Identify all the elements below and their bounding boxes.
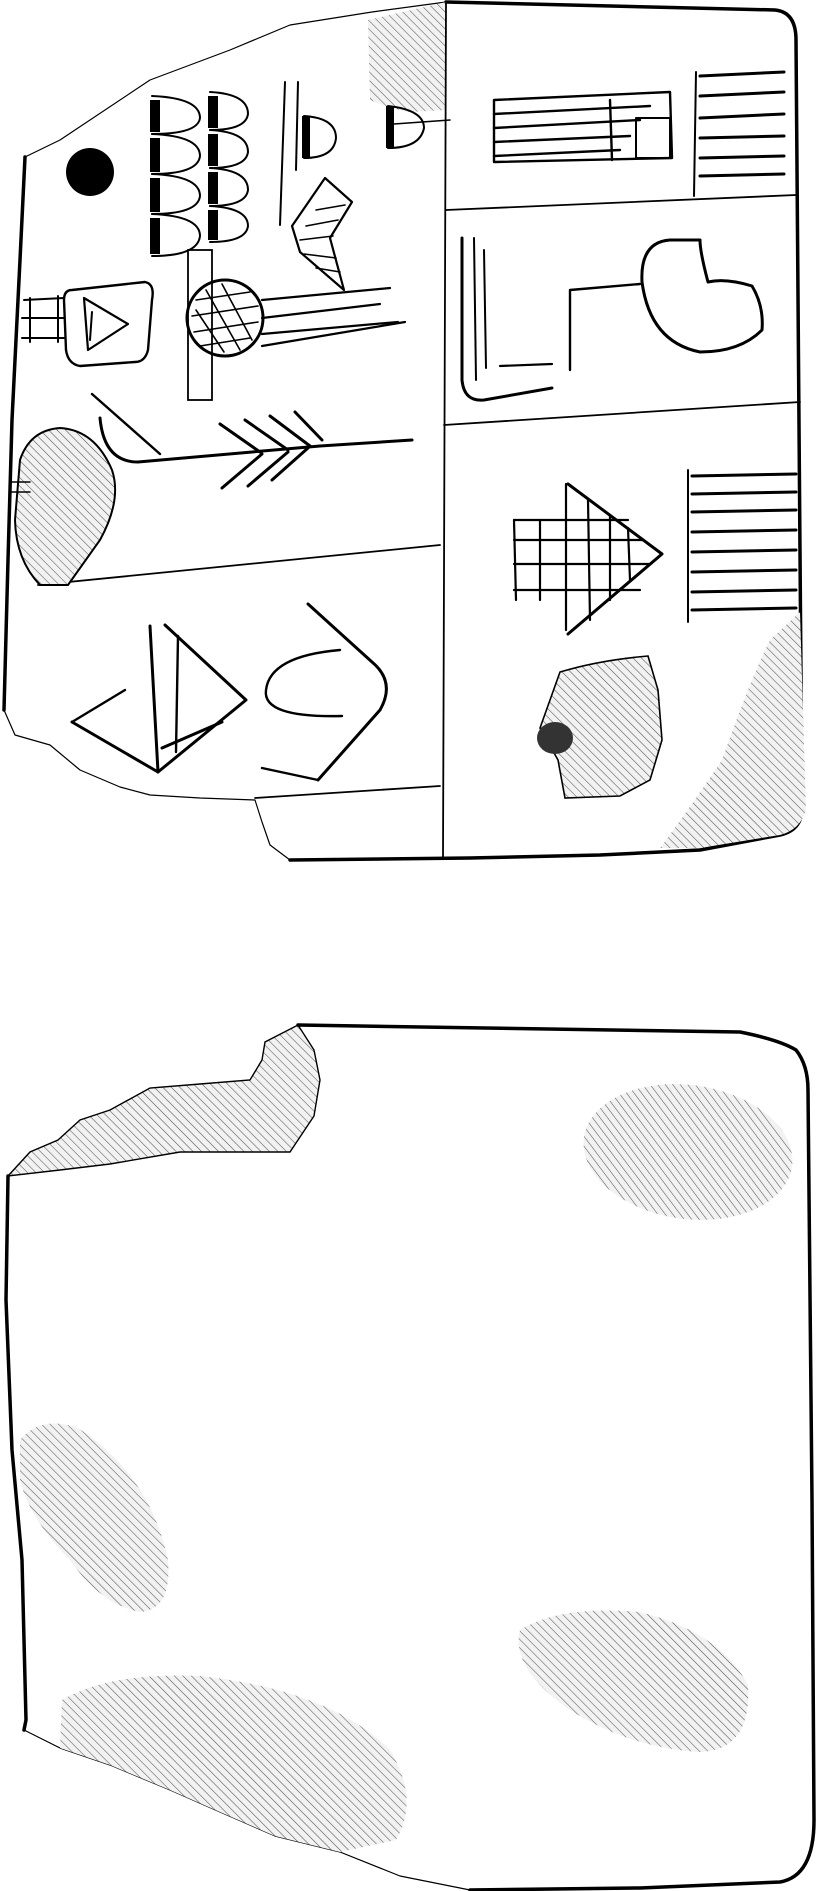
crosshatch-circle-sign-icon (185, 249, 407, 401)
d-sign-small-icon (386, 105, 451, 149)
hook-arrow-sign-icon (90, 392, 414, 490)
semicircle-numerals (151, 91, 249, 257)
d-sign-icon (302, 115, 337, 159)
tablet-drawing-svg (2, 0, 816, 1891)
hook-sign-icon (568, 238, 764, 372)
zigzag-sign-icon (290, 176, 354, 292)
reverse-damage-top (6, 1024, 321, 1177)
vessel-triangle-sign-icon (21, 280, 154, 368)
obverse-damage-left (13, 426, 117, 586)
reverse-face (4, 1023, 816, 1891)
obverse-face (2, 0, 806, 862)
tablet-drawing-canvas (0, 0, 826, 1891)
numeral-marks (66, 81, 451, 257)
l-sign-icon (460, 236, 554, 402)
reverse-damage-patch (60, 1675, 407, 1852)
reverse-damage-patch (518, 1610, 749, 1752)
dark-spot-icon (537, 722, 573, 754)
numeral-lines-2-icon (687, 469, 798, 623)
vertical-stroke (279, 81, 286, 226)
obverse-damage-top (368, 2, 446, 112)
grid-sign-icon (492, 90, 674, 164)
reverse-damage-patch (20, 1423, 169, 1612)
reverse-damage-patch (583, 1084, 793, 1220)
vertical-stroke (295, 81, 299, 171)
obverse-damage-corner (660, 612, 806, 848)
round-numeral-icon (66, 148, 114, 196)
triangle-sign-icon (70, 623, 248, 774)
obverse-outline (2, 0, 804, 862)
grid-triangle-sign-icon (512, 482, 664, 636)
numeral-lines-icon (693, 70, 786, 197)
v-sign-icon (260, 602, 388, 782)
